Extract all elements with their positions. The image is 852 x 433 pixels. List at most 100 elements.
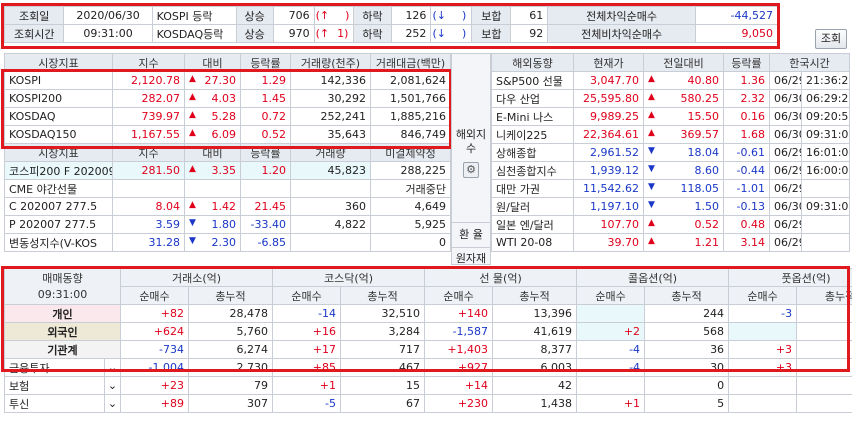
up-arrow-icon: ▲ (648, 110, 655, 120)
market-volume: 35,643 (290, 125, 371, 144)
header-bar: 조회일 2020/06/30 KOSPI 등락 상승 706 (↑) 하락 12… (3, 6, 779, 46)
market-row[interactable]: KOSPI200 282.07 ▲ 4.03 1.45 30,292 1,501,766 (4, 89, 451, 108)
net-buy-value: +23 (120, 376, 189, 395)
market-row[interactable]: KOSDAQ 739.97 ▲ 5.28 0.72 252,241 1,885,216 (4, 107, 451, 126)
overseas-change: ▼ 1.50 (643, 197, 724, 216)
overseas-row[interactable]: S&P500 선물3,047.70 ▲ 40.801.3606/2921:36:27 (491, 71, 851, 90)
commodity-label: 원자재 (452, 247, 490, 266)
futures-volume: 45,823 (290, 161, 371, 180)
overseas-panel: 해외동향 현재가 전일대비 등락률 한국시간 S&P500 선물 3,047.70… (491, 53, 851, 252)
overseas-table: 해외동향 현재가 전일대비 등락률 한국시간 S&P500 선물 3,047.70… (491, 53, 851, 252)
market-amount: 2,081,624 (370, 71, 451, 90)
col-futures-volume: 거래량 (290, 143, 371, 162)
overseas-time: 06:29:25 (800, 89, 851, 108)
market-change-value: 27.30 (204, 74, 237, 87)
overseas-row[interactable]: 니케이22522,364.61 ▲ 369.571.6806/3009:31:00 (491, 125, 851, 144)
overseas-rate: -1.01 (723, 179, 770, 198)
futures-change (184, 179, 241, 198)
chevron-down-icon: ⌄ (107, 361, 118, 374)
market-volume: 142,336 (290, 71, 371, 90)
net-buy-value: +140 (424, 304, 494, 323)
up-arrow-icon: ▲ (648, 92, 655, 102)
col-futures-oi: 미결제약정 (370, 143, 451, 162)
market-row[interactable]: KOSDAQ150 1,167.55 ▲ 6.09 0.52 35,643 846,749 (4, 125, 451, 144)
overseas-price: 3,047.70 (573, 71, 644, 90)
trading-row[interactable]: 개인+8228,478-1432,510+14013,396 244-3277 (4, 304, 852, 323)
investor-dropdown[interactable]: ⌄ (104, 376, 121, 395)
net-buy-value: +1 (272, 376, 342, 395)
market-row[interactable]: KOSPI 2,120.78 ▲ 27.30 1.29 142,336 2,081,624 (4, 71, 451, 90)
trading-row[interactable]: 보험⌄+2379+115+1442 0 0 (4, 376, 852, 395)
futures-name: CME 야간선물 (4, 179, 113, 198)
overseas-change-value: 18.04 (687, 146, 720, 159)
overseas-rate: 2.32 (723, 89, 770, 108)
group-put: 풋옵션(억) (728, 268, 852, 287)
futures-change: ▲ 3.35 (184, 161, 241, 180)
overseas-date: 06/30 (769, 107, 802, 126)
total-value: 0 (796, 376, 852, 395)
overseas-price: 22,364.61 (573, 125, 644, 144)
total-value: 30 (644, 358, 730, 377)
overseas-row[interactable]: WTI 20-0839.70 ▲ 1.213.1406/29 (491, 233, 851, 252)
market-volume: 252,241 (290, 107, 371, 126)
overseas-rate: 0.48 (723, 215, 770, 234)
overseas-row[interactable]: 다우 산업25,595.80 ▲ 580.252.3206/3006:29:25 (491, 89, 851, 108)
futures-rate: -33.40 (240, 215, 291, 234)
group-exchange: 거래소(억) (119, 268, 274, 287)
overseas-name: 니케이225 (491, 125, 574, 144)
overseas-row[interactable]: E-Mini 나스9,989.25 ▲ 15.500.1606/3009:20:58 (491, 107, 851, 126)
col-futures-index: 지수 (112, 143, 185, 162)
investor-dropdown[interactable]: ⌄ (104, 358, 121, 377)
col-price: 현재가 (573, 53, 644, 72)
total-value: 27 (796, 358, 852, 377)
down-arrow-icon: ▼ (648, 164, 655, 174)
net-buy-value: -4 (576, 340, 646, 359)
futures-row[interactable]: 변동성지수(V-KOS 31.28 ▼ 2.30 -6.85 0 (4, 233, 451, 252)
futures-index: 281.50 (112, 161, 185, 180)
overseas-date: 06/29 (769, 233, 802, 252)
market-change: ▲ 27.30 (184, 71, 241, 90)
net-buy-value: +14 (424, 376, 494, 395)
col-rate: 등락률 (240, 53, 291, 72)
trading-row[interactable]: 투신⌄+89307-567+2301,438+15 0 (4, 394, 852, 413)
futures-row[interactable]: P 202007 277.5 3.59 ▼ 1.80 -33.40 4,822 5,925 (4, 215, 451, 234)
trading-row[interactable]: 기관계-7346,274+17717+1,4038,377-436+329 (4, 340, 852, 359)
futures-volume (290, 179, 371, 198)
side-label-column: 해외지수 ⚙ 환 율 원자재 (451, 53, 491, 265)
kosdaq-fall-count: 252 (391, 24, 432, 43)
chevron-down-icon: ⌄ (107, 379, 118, 392)
date-label: 조회일 (3, 6, 65, 25)
overseas-rate: -0.61 (723, 143, 770, 162)
futures-row[interactable]: 코스피200 F 202009 281.50 ▲ 3.35 1.20 45,823 288,… (4, 161, 451, 180)
overseas-change-value: 1.50 (694, 200, 720, 213)
total-value: 2,730 (187, 358, 274, 377)
futures-row[interactable]: CME 야간선물 거래중단 (4, 179, 451, 198)
settings-gear-button[interactable]: ⚙ (463, 162, 479, 178)
overseas-change: ▼ 118.05 (643, 179, 724, 198)
market-volume: 30,292 (290, 89, 371, 108)
overseas-name: S&P500 선물 (491, 71, 574, 90)
date-field[interactable]: 2020/06/30 (63, 6, 153, 25)
trading-row[interactable]: 외국인+6245,760+163,284-1,58741,619+2568 768 (4, 322, 852, 341)
overseas-row[interactable]: 원/달러1,197.10 ▼ 1.50-0.1306/3009:31:00 (491, 197, 851, 216)
investor-dropdown[interactable]: ⌄ (104, 394, 121, 413)
exchange-label: 환 율 (452, 222, 490, 242)
kospi-fall-count: 126 (391, 6, 432, 25)
gear-icon: ⚙ (463, 162, 479, 178)
overseas-row[interactable]: 심천종합지수1,939.12 ▼ 8.60-0.4406/2916:00:03 (491, 161, 851, 180)
overseas-row[interactable]: 상해종합2,961.52 ▼ 18.04-0.6106/2916:01:04 (491, 143, 851, 162)
sub-total: 총누적 (644, 286, 730, 305)
futures-change-value: 2.30 (211, 236, 237, 249)
overseas-price: 39.70 (573, 233, 644, 252)
trading-row[interactable]: 금융투자⌄-1,0042,730+85467+9276,003-430+327 (4, 358, 852, 377)
futures-row[interactable]: C 202007 277.5 8.04 ▲ 1.42 21.45 360 4,649 (4, 197, 451, 216)
futures-oi: 0 (370, 233, 451, 252)
total-value: 79 (187, 376, 274, 395)
market-index: 282.07 (112, 89, 185, 108)
up-arrow-icon: ▲ (189, 128, 196, 138)
overseas-row[interactable]: 일본 엔/달러107.70 ▲ 0.520.4806/29 (491, 215, 851, 234)
time-field[interactable]: 09:31:00 (63, 24, 153, 43)
overseas-name: 상해종합 (491, 143, 574, 162)
overseas-row[interactable]: 대만 가권11,542.62 ▼ 118.05-1.0106/29 (491, 179, 851, 198)
query-button[interactable]: 조회 (815, 29, 847, 49)
